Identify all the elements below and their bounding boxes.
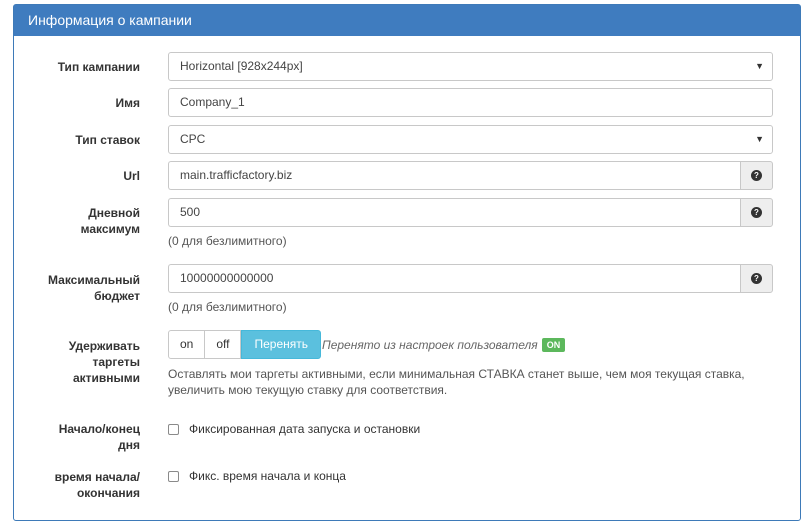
- daily-max-value: 500: [180, 205, 201, 219]
- keep-targets-off-button[interactable]: off: [205, 330, 242, 359]
- panel-title: Информация о кампании: [14, 5, 800, 36]
- fixed-time-checkbox-label[interactable]: Фикс. время начала и конца: [189, 469, 346, 483]
- bid-type-value: CPC: [180, 132, 206, 146]
- daily-max-hint: (0 для безлимитного): [168, 234, 287, 248]
- keep-targets-on-button[interactable]: on: [168, 330, 206, 359]
- time-start-end-label-line1: время начала/: [54, 470, 140, 484]
- question-circle-icon: ?: [751, 207, 762, 218]
- daily-max-help-button[interactable]: ?: [740, 198, 773, 227]
- url-input[interactable]: main.trafficfactory.biz: [168, 161, 740, 190]
- inherited-note: Перенято из настроек пользователя ON: [322, 338, 566, 352]
- keep-targets-description: Оставлять мои таргеты активными, если ми…: [168, 366, 745, 398]
- name-label: Имя: [115, 96, 140, 110]
- keep-targets-description-line1: Оставлять мои таргеты активными, если ми…: [168, 367, 745, 381]
- bid-type-select[interactable]: CPC ▼: [168, 125, 773, 154]
- question-circle-icon: ?: [751, 273, 762, 284]
- url-help-button[interactable]: ?: [740, 161, 773, 190]
- campaign-type-value: Horizontal [928x244px]: [180, 59, 303, 73]
- url-label: Url: [123, 169, 140, 183]
- daily-max-input[interactable]: 500: [168, 198, 740, 227]
- daily-max-label: Дневной максимум: [4, 205, 140, 237]
- name-input[interactable]: Company_1: [168, 88, 773, 117]
- url-input-group: main.trafficfactory.biz ?: [168, 161, 773, 190]
- keep-targets-label-line3: активными: [72, 371, 140, 385]
- keep-targets-label: Удерживать таргеты активными: [4, 338, 140, 386]
- name-value: Company_1: [180, 95, 245, 109]
- fixed-date-checkbox[interactable]: [168, 424, 179, 435]
- start-end-label-line2: дня: [118, 438, 140, 452]
- status-badge: ON: [541, 338, 566, 352]
- max-budget-help-button[interactable]: ?: [740, 264, 773, 293]
- caret-down-icon: ▼: [755, 61, 764, 71]
- keep-targets-inherit-button[interactable]: Перенять: [241, 330, 322, 359]
- time-start-end-label: время начала/ окончания: [4, 469, 140, 501]
- keep-targets-label-line2: таргеты: [92, 355, 140, 369]
- keep-targets-description-line2: увеличить мою текущую ставку для соответ…: [168, 383, 448, 397]
- fixed-date-checkbox-label[interactable]: Фиксированная дата запуска и остановки: [189, 422, 420, 436]
- max-budget-value: 10000000000000: [180, 271, 274, 285]
- campaign-type-label: Тип кампании: [57, 60, 140, 74]
- keep-targets-toggle-group: on off Перенять: [168, 330, 322, 359]
- max-budget-label-line1: Максимальный: [48, 273, 140, 287]
- daily-max-label-line1: Дневной: [88, 206, 140, 220]
- inherited-text: Перенято из настроек пользователя: [322, 338, 538, 352]
- max-budget-input[interactable]: 10000000000000: [168, 264, 740, 293]
- url-value: main.trafficfactory.biz: [180, 168, 293, 182]
- fixed-time-checkbox[interactable]: [168, 471, 179, 482]
- max-budget-label-line2: бюджет: [94, 289, 140, 303]
- bid-type-label: Тип ставок: [75, 133, 140, 147]
- daily-max-label-line2: максимум: [80, 222, 140, 236]
- start-end-label-line1: Начало/конец: [58, 422, 140, 436]
- time-start-end-label-line2: окончания: [76, 486, 140, 500]
- start-end-label: Начало/конец дня: [4, 421, 140, 453]
- campaign-type-select[interactable]: Horizontal [928x244px] ▼: [168, 52, 773, 81]
- max-budget-hint: (0 для безлимитного): [168, 300, 287, 314]
- max-budget-input-group: 10000000000000 ?: [168, 264, 773, 293]
- daily-max-input-group: 500 ?: [168, 198, 773, 227]
- keep-targets-label-line1: Удерживать: [68, 339, 140, 353]
- caret-down-icon: ▼: [755, 134, 764, 144]
- question-circle-icon: ?: [751, 170, 762, 181]
- max-budget-label: Максимальный бюджет: [4, 272, 140, 304]
